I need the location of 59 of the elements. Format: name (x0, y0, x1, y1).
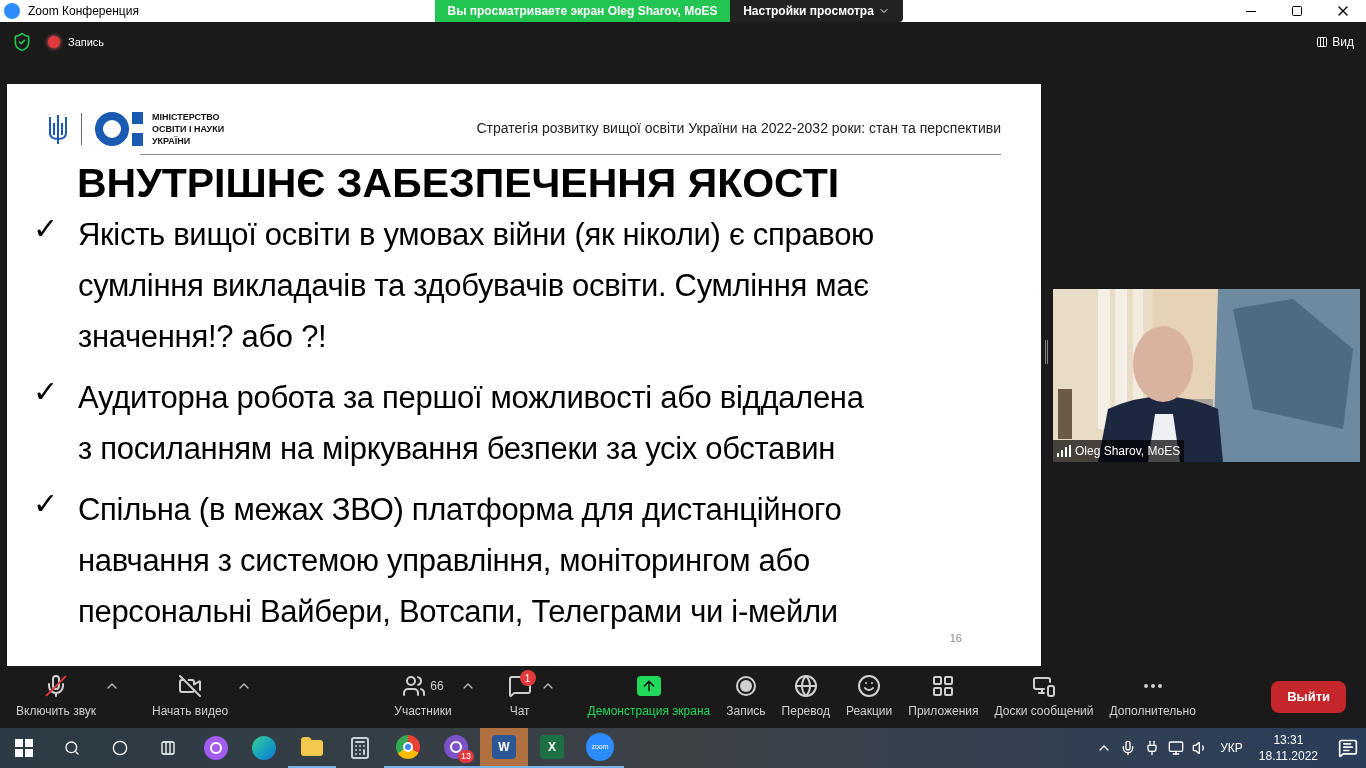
bullet-text: Аудиторна робота за першої можливості або віддалена з посиланням на міркування безпеки за усіх обставин (78, 379, 864, 468)
minimize-icon (1246, 10, 1256, 12)
assistant-icon (204, 736, 228, 760)
zoom-logo-icon (4, 3, 20, 19)
toolbar-button[interactable]: Доски сообщений (986, 674, 1102, 720)
taskbar-app-button[interactable]: X (528, 728, 576, 768)
toolbar-button[interactable]: Начать видео (144, 674, 237, 720)
apps-icon (931, 674, 956, 698)
calculator-icon (348, 736, 372, 760)
shield-icon[interactable] (12, 32, 32, 52)
ministry-name: МІНІСТЕРСТВО ОСВІТИ І НАУКИ УКРАЇНИ (152, 111, 225, 147)
page-number: 16 (949, 630, 962, 646)
more-icon (1143, 684, 1162, 688)
notifications-icon[interactable] (1338, 738, 1358, 758)
sharing-banner: Вы просматриваете экран Oleg Sharov, MoES (435, 0, 730, 22)
view-settings-button[interactable]: Настройки просмотра (730, 0, 903, 22)
maximize-icon (1291, 5, 1303, 17)
toolbar-button[interactable]: Перевод (773, 674, 838, 720)
checkmark-icon: ✓ (7, 372, 52, 474)
toolbar-button[interactable]: Дополнительно (1101, 674, 1204, 720)
slide-title: ВНУТРІШНЄ ЗАБЕЗПЕЧЕННЯ ЯКОСТІ (77, 159, 841, 207)
network-icon[interactable] (1168, 740, 1185, 756)
chat-icon (507, 674, 532, 698)
share-screen-icon (636, 676, 661, 696)
view-icon (1316, 36, 1329, 48)
toolbar-button[interactable]: Реакции (837, 674, 901, 720)
globe-icon (793, 674, 818, 698)
spreadsheet-icon: X (540, 735, 564, 759)
smiley-icon (857, 674, 882, 698)
checkmark-icon: ✓ (7, 484, 52, 637)
signal-icon (1057, 445, 1071, 457)
participants-icon (402, 674, 427, 698)
folder-icon (300, 735, 324, 759)
toolbar-button[interactable]: 66 Участники (386, 674, 460, 720)
unread-badge: 1 (519, 670, 536, 686)
word-icon: W (492, 735, 516, 759)
clock[interactable]: 13:31 18.11.2022 (1258, 732, 1318, 764)
leave-button[interactable]: Выйти (1271, 681, 1346, 713)
toolbar-button[interactable]: Включить звук (8, 674, 105, 720)
bullet-text: Спільна (в межах ЗВО) платформа для дистанційного навчання з системою управління, моніторингом або персональні Вайбери, Вотсапи, Телеграми чи і-мейли (78, 491, 842, 631)
record-icon (735, 676, 756, 696)
presentation-header: Стратегія розвитку вищої освіти України на 2022-2032 роки: стан та перспективи (476, 119, 1001, 138)
view-button[interactable]: Вид (1316, 33, 1354, 51)
monitor-icon (1032, 674, 1056, 698)
toolbar-button[interactable]: Демонстрация экрана (579, 674, 719, 720)
trident-icon (47, 113, 69, 145)
checkmark-icon: ✓ (7, 209, 52, 362)
taskbar-app-button[interactable]: W (480, 728, 528, 768)
bullet-text: Якість вищої освіти в умовах війни (як ніколи) є справою сумління викладачів та здобувачів освіти. Сумління має значення!? або ?! (78, 216, 875, 356)
toolbar-button[interactable]: Приложения (900, 674, 987, 720)
recording-indicator[interactable]: Запись (48, 33, 105, 51)
ministry-logo-icon (94, 111, 144, 147)
participant-name: Oleg Sharov, MoES (1053, 440, 1185, 462)
window-title: Zoom Конференция (28, 3, 139, 20)
participant-count: 66 (430, 678, 444, 695)
browser-icon (252, 736, 276, 760)
browser-icon (396, 735, 420, 759)
language-indicator[interactable]: УКР (1220, 739, 1243, 757)
toolbar-button[interactable]: Запись (718, 674, 774, 720)
